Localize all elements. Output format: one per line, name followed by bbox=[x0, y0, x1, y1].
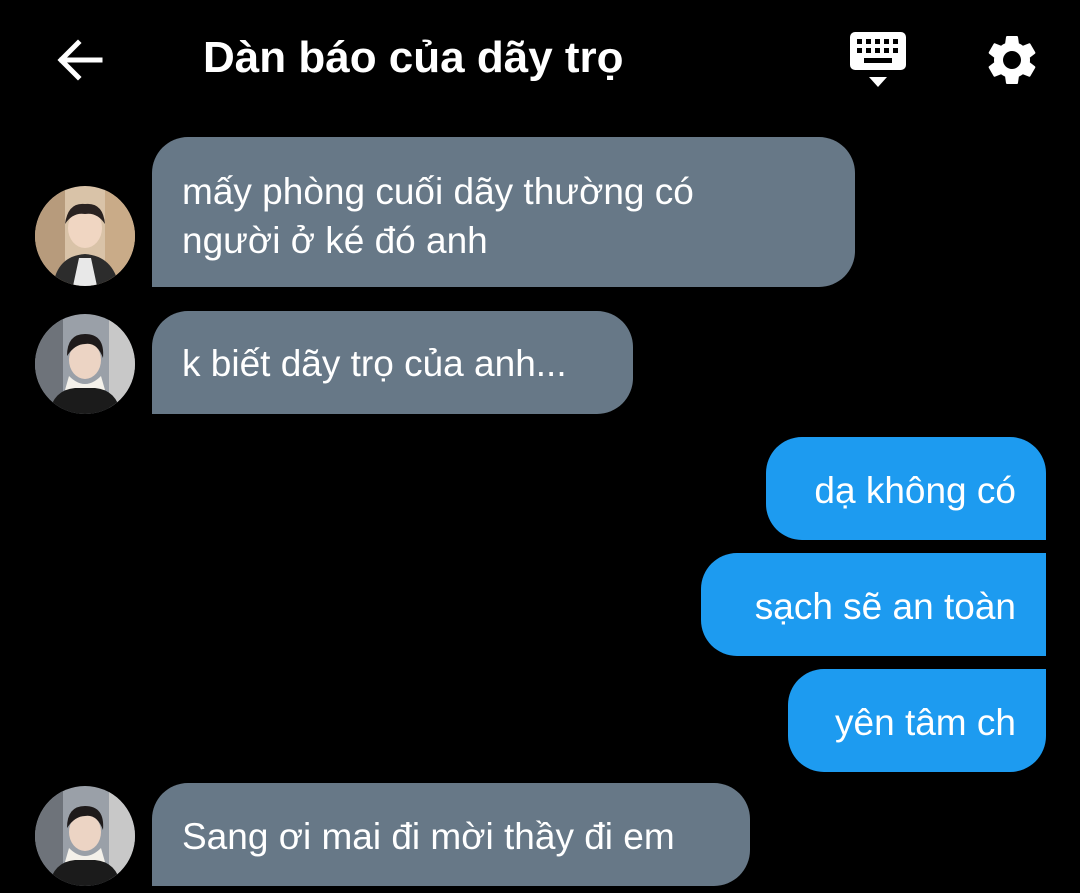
avatar[interactable] bbox=[35, 314, 135, 414]
message-bubble-incoming[interactable]: mấy phòng cuối dãy thường có người ở ké … bbox=[152, 137, 855, 287]
settings-button[interactable] bbox=[982, 30, 1042, 90]
keyboard-hide-icon bbox=[850, 32, 906, 87]
app-header: Dàn báo của dãy trọ bbox=[0, 0, 1080, 115]
chat-title: Dàn báo của dãy trọ bbox=[203, 33, 624, 82]
message-bubble-outgoing[interactable]: yên tâm ch bbox=[788, 669, 1046, 772]
message-bubble-outgoing[interactable]: sạch sẽ an toàn bbox=[701, 553, 1046, 656]
message-bubble-outgoing[interactable]: dạ không có bbox=[766, 437, 1046, 540]
gear-icon bbox=[988, 35, 1036, 84]
message-bubble-incoming[interactable]: Sang ơi mai đi mời thầy đi em bbox=[152, 783, 750, 886]
message-line: dạ không có bbox=[814, 470, 1016, 511]
message-line: yên tâm ch bbox=[835, 702, 1016, 743]
message-line: Sang ơi mai đi mời thầy đi em bbox=[182, 816, 675, 857]
keyboard-toggle-button[interactable] bbox=[848, 30, 908, 90]
message-bubble-incoming[interactable]: k biết dãy trọ của anh... bbox=[152, 311, 633, 414]
avatar[interactable] bbox=[35, 186, 135, 286]
arrow-left-icon bbox=[57, 39, 103, 81]
back-button[interactable] bbox=[50, 30, 110, 90]
message-line: sạch sẽ an toàn bbox=[754, 586, 1016, 627]
avatar[interactable] bbox=[35, 786, 135, 886]
message-line: người ở ké đó anh bbox=[182, 220, 488, 261]
message-line: k biết dãy trọ của anh... bbox=[182, 343, 567, 384]
message-line: mấy phòng cuối dãy thường có bbox=[182, 171, 694, 212]
